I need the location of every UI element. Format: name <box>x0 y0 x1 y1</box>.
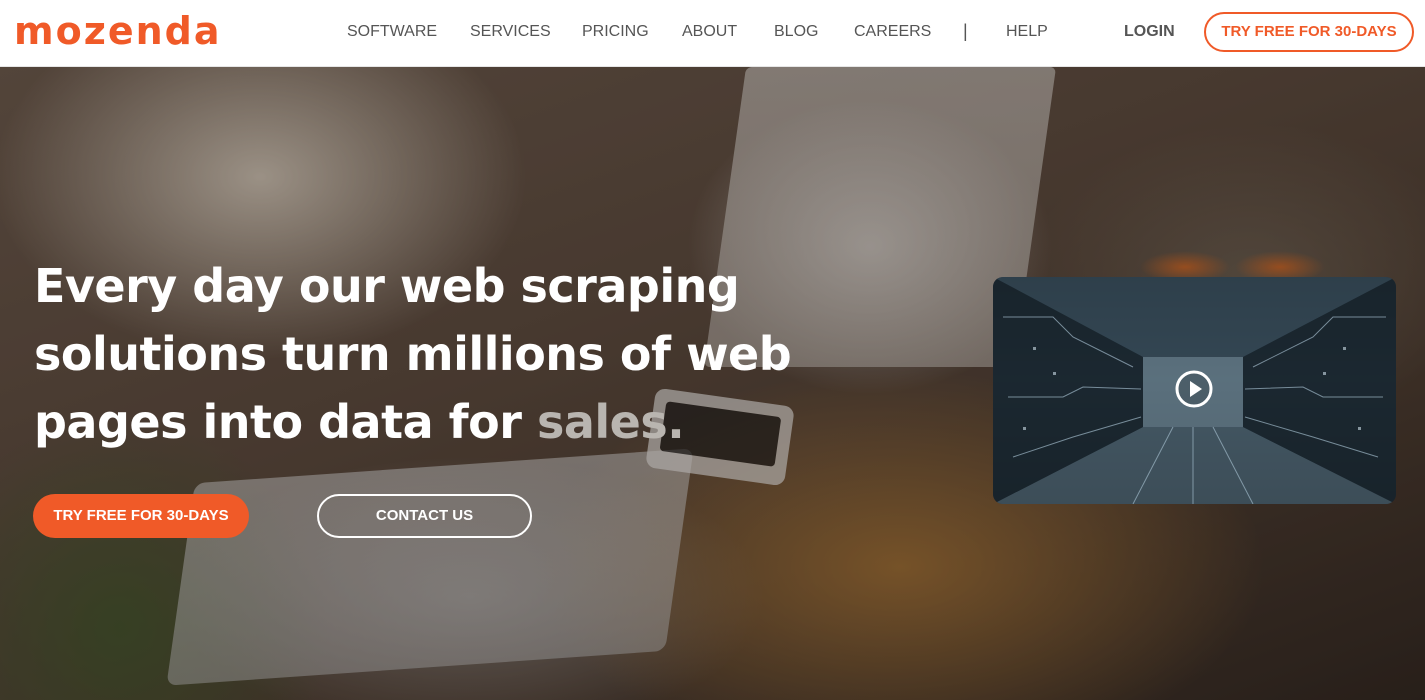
play-circle-icon[interactable] <box>1175 370 1213 408</box>
hero-headline-accent: sales. <box>536 395 685 449</box>
nav-separator: | <box>963 21 968 41</box>
login-link[interactable]: LOGIN <box>1124 22 1175 42</box>
mozenda-logo[interactable]: mozenda <box>14 9 222 53</box>
site-header: mozenda SOFTWARE SERVICES PRICING ABOUT … <box>0 0 1425 67</box>
nav-services[interactable]: SERVICES <box>470 22 551 42</box>
hero-headline: Every day our web scraping solutions tur… <box>34 252 794 456</box>
nav-careers[interactable]: CAREERS <box>854 22 931 42</box>
nav-pricing[interactable]: PRICING <box>582 22 649 42</box>
nav-help[interactable]: HELP <box>1006 22 1048 42</box>
contact-us-button[interactable]: CONTACT US <box>317 494 532 538</box>
nav-about[interactable]: ABOUT <box>682 22 737 42</box>
nav-software[interactable]: SOFTWARE <box>347 22 437 42</box>
nav-blog[interactable]: BLOG <box>774 22 818 42</box>
header-try-free-button[interactable]: TRY FREE FOR 30-DAYS <box>1204 12 1414 52</box>
hero-section: Every day our web scraping solutions tur… <box>0 67 1425 700</box>
hero-try-free-button[interactable]: TRY FREE FOR 30-DAYS <box>33 494 249 538</box>
